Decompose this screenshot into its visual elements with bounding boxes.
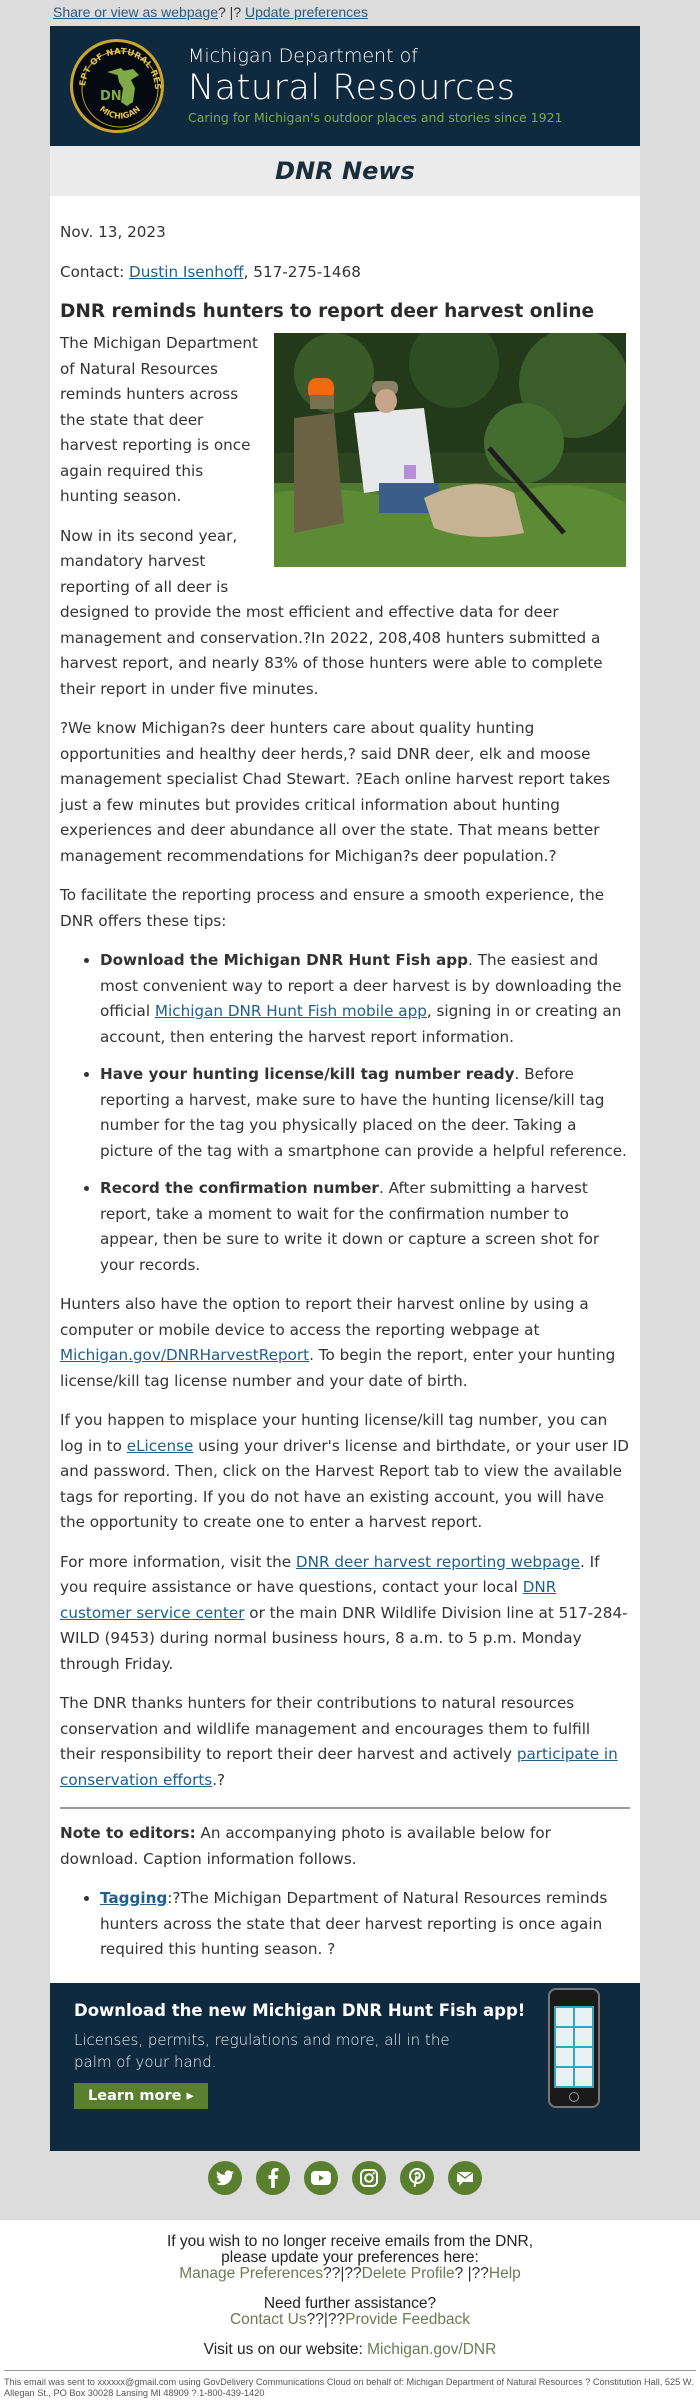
unsubscribe-line2: please update your preferences here: [221,2248,479,2266]
caption-text: :?The Michigan Department of Natural Res… [100,1889,608,1958]
text: .? [212,1770,226,1789]
brand-block: Michigan Department of Natural Resources… [188,45,562,127]
help-link[interactable]: Help [489,2265,521,2282]
contact-line: Contact: Dustin Isenhoff, 517-275-1468 [60,260,630,286]
update-preferences-link[interactable]: Update preferences [245,4,368,20]
brand-line1: Michigan Department of [188,45,418,67]
svg-text:DEPT OF NATURAL RES.: DEPT OF NATURAL RES. [73,42,162,90]
text: The DNR thanks hunters for their contrib… [60,1694,591,1763]
twitter-icon[interactable] [208,2160,242,2195]
harvest-webpage-link[interactable]: DNR deer harvest reporting webpage [296,1553,580,1571]
dnr-news-title: DNR News [50,146,640,196]
article-body: Nov. 13, 2023 Contact: Dustin Isenhoff, … [50,196,640,1983]
separator: ? |?? [454,2264,489,2282]
divider [60,1807,630,1809]
tip-item: Download the Michigan DNR Hunt Fish app.… [100,948,630,1050]
provide-feedback-link[interactable]: Provide Feedback [345,2311,470,2328]
email-container: DEPT OF NATURAL RES. MICHIGAN DNR Michig… [50,26,640,2220]
facebook-icon[interactable] [256,2160,290,2195]
legal-text: This email was sent to xxxxxx@gmail.com … [4,2369,696,2403]
tips-list: Download the Michigan DNR Hunt Fish app.… [60,948,630,1278]
text: Hunters also have the option to report t… [60,1295,589,1339]
brand-line2: Natural Resources [188,68,516,108]
tip-item: Record the confirmation number. After su… [100,1176,630,1278]
website-line: Visit us on our website: Michigan.gov/DN… [0,2340,700,2358]
elicense-link[interactable]: eLicense [127,1437,194,1455]
caption-item: Tagging:?The Michigan Department of Natu… [100,1886,630,1963]
note-to-editors: Note to editors: An accompanying photo i… [60,1821,630,1872]
paragraph-online-option: Hunters also have the option to report t… [60,1292,630,1394]
svg-text:DNR: DNR [100,89,132,104]
legal-wrapper: This email was sent to xxxxxx@gmail.com … [0,2369,700,2405]
contact-name-link[interactable]: Dustin Isenhoff [129,263,244,281]
website-link[interactable]: Michigan.gov/DNR [367,2341,496,2358]
article-date: Nov. 13, 2023 [60,223,166,241]
website-label: Visit us on our website: [203,2340,368,2358]
app-promo-banner: Download the new Michigan DNR Hunt Fish … [50,1982,640,2151]
contact-phone: , 517-275-1468 [243,262,361,281]
paragraph-elicense: If you happen to misplace your hunting l… [60,1408,630,1536]
dnr-header-banner: DEPT OF NATURAL RES. MICHIGAN DNR Michig… [50,26,640,146]
preference-links: Manage Preferences??|??Delete Profile? |… [0,2264,700,2282]
contact-label: Contact: [60,262,130,281]
tip-item: Have your hunting license/kill tag numbe… [100,1062,630,1164]
tip-title: Download the Michigan DNR Hunt Fish app [100,951,469,969]
share-webpage-link[interactable]: Share or view as webpage [53,4,218,20]
paragraph-tips-intro: To facilitate the reporting process and … [60,886,605,930]
assist-line: Need further assistance? [263,2294,437,2312]
promo-subtitle: Licenses, permits, regulations and more,… [74,2030,450,2071]
harvest-report-link[interactable]: Michigan.gov/DNRHarvestReport [60,1346,309,1364]
assistance-block: Need further assistance? Contact Us??|??… [0,2294,700,2328]
youtube-icon[interactable] [304,2160,338,2195]
instagram-icon[interactable] [352,2160,386,2195]
paragraph-quote: ?We know Michigan?s deer hunters care ab… [60,719,611,865]
separator: ??|?? [323,2264,362,2282]
tip-title: Record the confirmation number [100,1179,379,1197]
promo-title: Download the new Michigan DNR Hunt Fish … [74,2000,526,2020]
brand-tagline: Caring for Michigan's outdoor places and… [188,110,563,125]
article-headline: DNR reminds hunters to report deer harve… [60,301,595,322]
manage-preferences-link[interactable]: Manage Preferences [179,2265,323,2282]
social-icons-row [50,2151,640,2220]
contact-us-link[interactable]: Contact Us [230,2311,307,2328]
top-links-bar: Share or view as webpage? |? Update pref… [0,0,700,26]
tip-title: Have your hunting license/kill tag numbe… [100,1065,515,1083]
text: For more information, visit the [60,1552,296,1571]
separator: ??|?? [306,2310,346,2328]
assist-links: Contact Us??|??Provide Feedback [0,2310,700,2328]
pinterest-icon[interactable] [400,2160,434,2195]
article-photo[interactable] [274,333,626,567]
note-label: Note to editors: [60,1824,196,1842]
paragraph-more-info: For more information, visit the DNR deer… [60,1550,630,1678]
paragraph-thanks: The DNR thanks hunters for their contrib… [60,1691,630,1793]
learn-more-button[interactable]: Learn more ▸ [74,2082,208,2109]
tagging-photo-link[interactable]: Tagging [100,1889,167,1907]
delete-profile-link[interactable]: Delete Profile [362,2265,455,2282]
top-separator: ? |? [218,4,245,20]
email-icon[interactable] [448,2160,482,2195]
unsubscribe-block: If you wish to no longer receive emails … [0,2232,700,2282]
unsubscribe-line1: If you wish to no longer receive emails … [166,2232,534,2250]
dnr-seal-icon: DEPT OF NATURAL RES. MICHIGAN DNR [70,39,164,133]
hunt-fish-app-link[interactable]: Michigan DNR Hunt Fish mobile app [155,1002,427,1020]
svg-text:MICHIGAN: MICHIGAN [98,104,142,120]
footer: If you wish to no longer receive emails … [0,2219,700,2370]
caption-list: Tagging:?The Michigan Department of Natu… [60,1886,630,1963]
smartphone-app-icon [548,1987,600,2108]
